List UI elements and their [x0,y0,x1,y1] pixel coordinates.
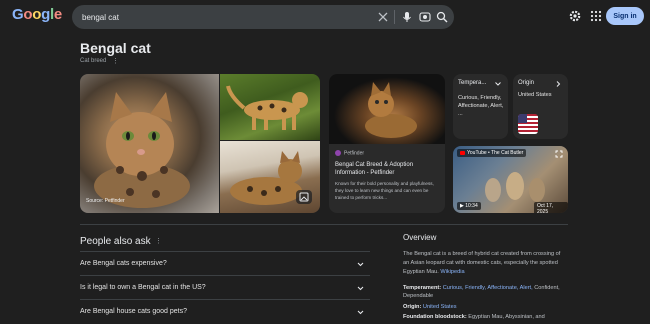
microphone-icon[interactable] [400,10,414,24]
apps-grid-icon[interactable] [590,10,602,22]
paa-question: Are Bengal cats expensive? [80,260,167,267]
logo-letter: e [53,6,62,23]
us-flag-icon [518,114,538,134]
paa-question: Are Bengal house cats good pets? [80,308,188,315]
overview-bloodstock: Foundation bloodstock: Egyptian Mau, Aby… [403,313,567,321]
image-search-button[interactable] [296,190,312,204]
cat-walking-illustration [226,85,308,130]
expand-icon[interactable] [555,150,563,158]
sign-in-button[interactable]: Sign in [606,7,644,25]
overview-panel: Overview The Bengal cat is a breed of hy… [395,230,570,324]
result-description: Known for their bold personality and pla… [335,181,434,200]
chevron-down-icon [357,286,364,291]
image-source-caption: Source: Petfinder [86,198,125,204]
result-source-name: Petfinder [344,150,365,157]
petfinder-favicon-icon [335,150,341,156]
chevron-down-icon [357,310,364,315]
petfinder-cat-image [329,74,445,144]
overview-title: Overview [403,233,437,242]
logo-letter: g [41,6,50,23]
result-source: Petfinder [335,150,364,156]
flag-canton [518,114,527,123]
bengal-cat-image-walking[interactable] [220,74,320,140]
people-also-ask-title: People also ask [80,236,151,247]
temperament-value: Curious, Friendly, Affectionate, Alert, … [458,95,504,117]
search-input[interactable] [82,8,362,26]
cat-illustration [94,92,190,208]
overview-description: The Bengal cat is a breed of hybrid cat … [403,251,561,275]
origin-fact-label: Origin: [403,304,422,310]
logo-letter: o [32,6,42,23]
video-duration-text: 10:34 [465,203,478,209]
wikipedia-link[interactable]: Wikipedia [440,269,464,275]
gear-icon[interactable] [568,9,582,23]
paa-question-row[interactable]: Are Bengal house cats good pets? [80,299,370,323]
youtube-video-card[interactable]: YouTube • The Cat Butler ▶ 10:34 Oct 17,… [453,146,568,213]
cat-sitting-illustration [365,82,417,138]
overview-text: The Bengal cat is a breed of hybrid cat … [403,250,565,277]
paa-question: Is it legal to own a Bengal cat in the U… [80,284,206,291]
bengal-cat-image-main[interactable] [80,74,219,213]
paa-more-options-icon[interactable]: ⋮ [155,237,162,245]
clear-icon[interactable] [376,10,390,24]
section-divider [80,224,568,225]
search-box[interactable] [72,5,454,29]
video-duration: ▶ 10:34 [457,202,481,210]
chevron-right-icon [556,81,561,87]
temperament-fact-links[interactable]: Curious, Friendly, Affectionate, Alert, [443,285,533,291]
origin-fact-link[interactable]: United States [423,304,457,310]
overview-temperament: Temperament: Curious, Friendly, Affectio… [403,284,567,300]
petfinder-result-card[interactable]: Petfinder Bengal Cat Breed & Adoption In… [329,74,445,213]
google-logo[interactable]: Google [12,6,62,23]
youtube-logo-icon [460,150,465,155]
video-channel-label: YouTube • The Cat Butler [457,149,527,157]
origin-value: United States [518,92,552,98]
entity-subtitle: Cat breed [80,58,107,64]
paa-question-row[interactable]: Are Bengal cats expensive? [80,251,370,275]
result-title[interactable]: Bengal Cat Breed & Adoption Information … [335,161,441,177]
search-divider [394,10,395,24]
logo-letter: o [23,6,33,23]
logo-letter: G [12,6,24,23]
image-search-icon [299,192,309,202]
entity-title: Bengal cat [80,40,151,56]
overview-origin: Origin: United States [403,303,567,311]
bloodstock-fact-label: Foundation bloodstock: [403,314,467,320]
temperament-label: Tempera... [458,80,487,86]
top-bar: Google Sign in [0,0,650,34]
more-options-icon[interactable]: ⋮ [112,57,119,65]
chevron-down-icon [495,82,501,86]
video-date: Oct 17, 2025 [534,202,568,213]
camera-lens-icon[interactable] [418,10,432,24]
temperament-fact-label: Temperament: [403,285,442,291]
bloodstock-fact-value: Egyptian Mau, Abyssinian, and [468,314,545,320]
video-channel-text: YouTube • The Cat Butler [467,150,524,156]
search-icon[interactable] [435,10,449,24]
origin-label: Origin [518,80,535,86]
temperament-card[interactable]: Tempera... Curious, Friendly, Affectiona… [453,74,508,139]
origin-card[interactable]: Origin United States [513,74,568,139]
paa-question-row[interactable]: Is it legal to own a Bengal cat in the U… [80,275,370,299]
chevron-down-icon [357,262,364,267]
